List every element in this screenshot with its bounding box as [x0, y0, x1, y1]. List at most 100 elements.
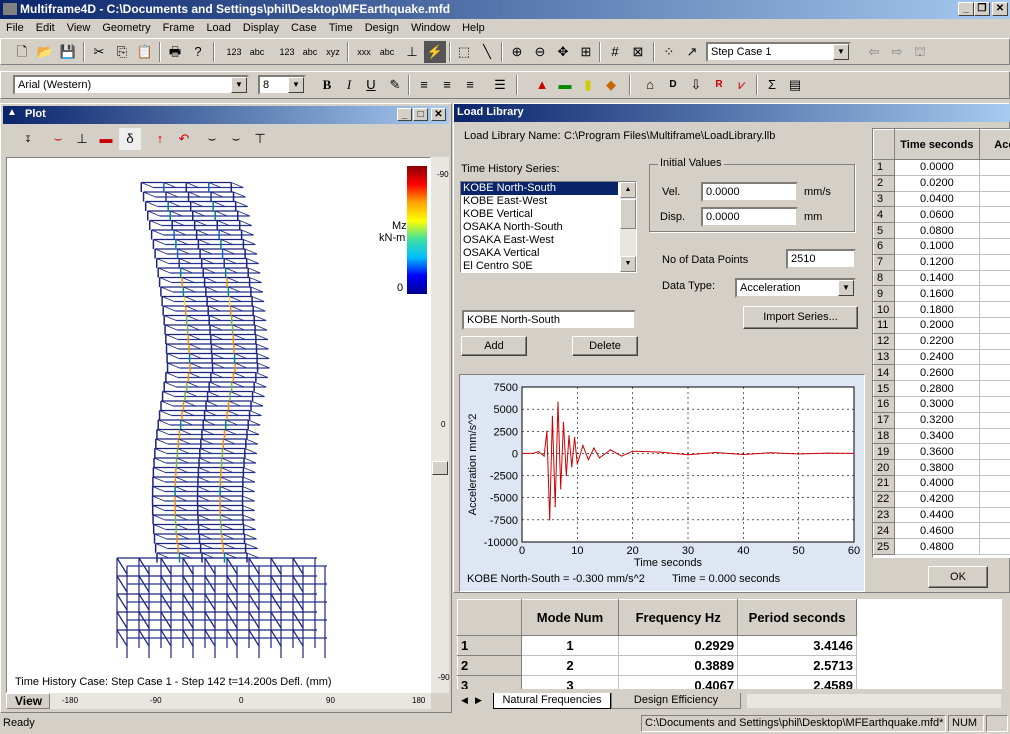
series-list-item[interactable]: KOBE Vertical [461, 208, 618, 221]
node-number-icon[interactable]: 123 [223, 41, 245, 63]
frame-icon[interactable]: ⛫ [909, 41, 931, 63]
time-cell[interactable]: 0.1200 [894, 254, 980, 271]
frequency-cell[interactable]: 0.2929 [618, 635, 739, 656]
table-row[interactable]: 7 0.1200 [873, 253, 1010, 271]
mode-row[interactable]: 3 3 0.4067 2.4589 [457, 675, 857, 689]
modes-table[interactable]: Mode Num Frequency Hz Period seconds 1 1 0.29… [457, 599, 1002, 689]
table-row[interactable]: 23 0.4400 [873, 506, 1010, 524]
line-icon[interactable]: ╲ [476, 41, 498, 63]
menu-geometry[interactable]: Geometry [96, 19, 156, 34]
grid-icon[interactable]: # [604, 41, 626, 63]
zoom-out-icon[interactable]: ⊖ [529, 41, 551, 63]
time-cell[interactable]: 0.0600 [894, 206, 980, 224]
table-row[interactable]: 6 0.1000 [873, 237, 1010, 255]
acc-cell[interactable] [979, 428, 1010, 445]
time-cell[interactable]: 0.0800 [894, 222, 980, 239]
scroll-thumb[interactable] [432, 461, 448, 475]
close-button[interactable]: ✕ [992, 2, 1008, 16]
section-icon[interactable]: xxx [353, 41, 375, 63]
acc-cell[interactable] [979, 491, 1010, 508]
table-row[interactable]: 20 0.3800 [873, 459, 1010, 476]
tab-design-efficiency[interactable]: Design Efficiency [611, 693, 741, 709]
frequency-cell[interactable]: 0.4067 [618, 675, 739, 689]
acc-cell[interactable] [979, 159, 1010, 176]
time-cell[interactable]: 0.2000 [894, 317, 980, 334]
back-icon[interactable]: ⇦ [863, 41, 885, 63]
table-row[interactable]: 8 0.1400 [873, 269, 1010, 287]
align-right-icon[interactable]: ≡ [459, 74, 481, 96]
forward-icon[interactable]: ⇨ [886, 41, 908, 63]
axes-icon[interactable]: xyz [322, 41, 344, 63]
time-cell[interactable]: 0.4000 [894, 475, 980, 492]
acc-cell[interactable] [979, 459, 1010, 476]
menu-time[interactable]: Time [323, 19, 359, 34]
sum-icon[interactable]: Σ [761, 74, 783, 96]
time-cell[interactable]: 0.1800 [894, 301, 980, 318]
acc-cell[interactable] [979, 522, 1010, 540]
italic-icon[interactable]: I [338, 74, 360, 96]
modes-scrollbar[interactable] [747, 694, 1001, 708]
font-size-select[interactable]: 8 ▼ [258, 75, 306, 95]
print-icon[interactable]: 🖶 [164, 41, 186, 63]
grid2-icon[interactable]: ⊠ [627, 41, 649, 63]
plot-vertical-scrollbar[interactable]: -90 0 -90 [431, 157, 450, 693]
tab-natural-frequencies[interactable]: Natural Frequencies [493, 693, 611, 709]
step-case-select[interactable]: Step Case 1 ▼ [706, 42, 851, 62]
acc-cell[interactable] [979, 380, 1010, 397]
section-label-icon[interactable]: abc [376, 41, 398, 63]
acc-cell[interactable] [979, 507, 1010, 524]
paste-icon[interactable]: 📋 [134, 41, 156, 63]
member-number-icon[interactable]: 123 [276, 41, 298, 63]
acc-cell[interactable] [979, 191, 1010, 208]
ok-button[interactable]: OK [928, 566, 988, 588]
view-button[interactable]: View [6, 693, 50, 709]
table-row[interactable]: 16 0.3000 [873, 395, 1010, 413]
bold-icon[interactable]: B [316, 74, 338, 96]
deflection-icon[interactable]: δ [119, 128, 141, 150]
table-row[interactable]: 18 0.3400 [873, 427, 1010, 445]
acc-cell[interactable] [979, 475, 1010, 492]
time-cell[interactable]: 0.1400 [894, 270, 980, 287]
frequency-cell[interactable]: 0.3889 [618, 655, 739, 676]
restore-button[interactable]: ❐ [974, 2, 990, 16]
pan-icon[interactable]: ✥ [552, 41, 574, 63]
color-icon[interactable]: ✎ [384, 74, 406, 96]
acc-cell[interactable] [979, 206, 1010, 224]
time-cell[interactable]: 0.4800 [894, 538, 980, 555]
torsion-icon[interactable]: ⊤ [249, 128, 271, 150]
cut-icon[interactable]: ✂ [88, 41, 110, 63]
menu-case[interactable]: Case [285, 19, 323, 34]
menu-window[interactable]: Window [405, 19, 456, 34]
time-cell[interactable]: 0.3800 [894, 459, 980, 476]
moment-y-icon[interactable]: ⌣ [201, 128, 223, 150]
box-load-icon[interactable]: ◆ [600, 74, 622, 96]
table-row[interactable]: 3 0.0400 [873, 190, 1010, 208]
render-icon[interactable]: ⚡ [424, 41, 446, 63]
acc-cell[interactable] [979, 364, 1010, 382]
load-icon[interactable]: ▲ [531, 74, 553, 96]
menu-help[interactable]: Help [456, 19, 491, 34]
select-icon[interactable]: ⬚ [453, 41, 475, 63]
time-cell[interactable]: 0.3200 [894, 412, 980, 429]
time-cell[interactable]: 0.4400 [894, 507, 980, 524]
time-series-table[interactable]: Time secondsAcc m10.000020.020030.040040… [872, 128, 1010, 558]
acc-cell[interactable] [979, 175, 1010, 192]
time-cell[interactable]: 0.1600 [894, 285, 980, 303]
align-left-icon[interactable]: ≡ [413, 74, 435, 96]
help-icon[interactable]: ? [187, 41, 209, 63]
underline-icon[interactable]: U [360, 74, 382, 96]
acc-cell[interactable] [979, 301, 1010, 318]
plot-canvas[interactable]: Mz kN-m 0 Time History Case: Step Case 1… [6, 157, 431, 693]
save-icon[interactable]: 💾 [57, 41, 79, 63]
acc-cell[interactable] [979, 238, 1010, 255]
report-icon[interactable]: ▤ [784, 74, 806, 96]
acc-cell[interactable] [979, 396, 1010, 413]
menu-display[interactable]: Display [237, 19, 285, 34]
reaction-icon[interactable]: ↑ [149, 128, 171, 150]
time-cell[interactable]: 0.3000 [894, 396, 980, 413]
acc-cell[interactable] [979, 270, 1010, 287]
table-row[interactable]: 9 0.1600 [873, 285, 1010, 303]
time-cell[interactable]: 0.2600 [894, 364, 980, 382]
acc-cell[interactable] [979, 317, 1010, 334]
menu-design[interactable]: Design [359, 19, 405, 34]
